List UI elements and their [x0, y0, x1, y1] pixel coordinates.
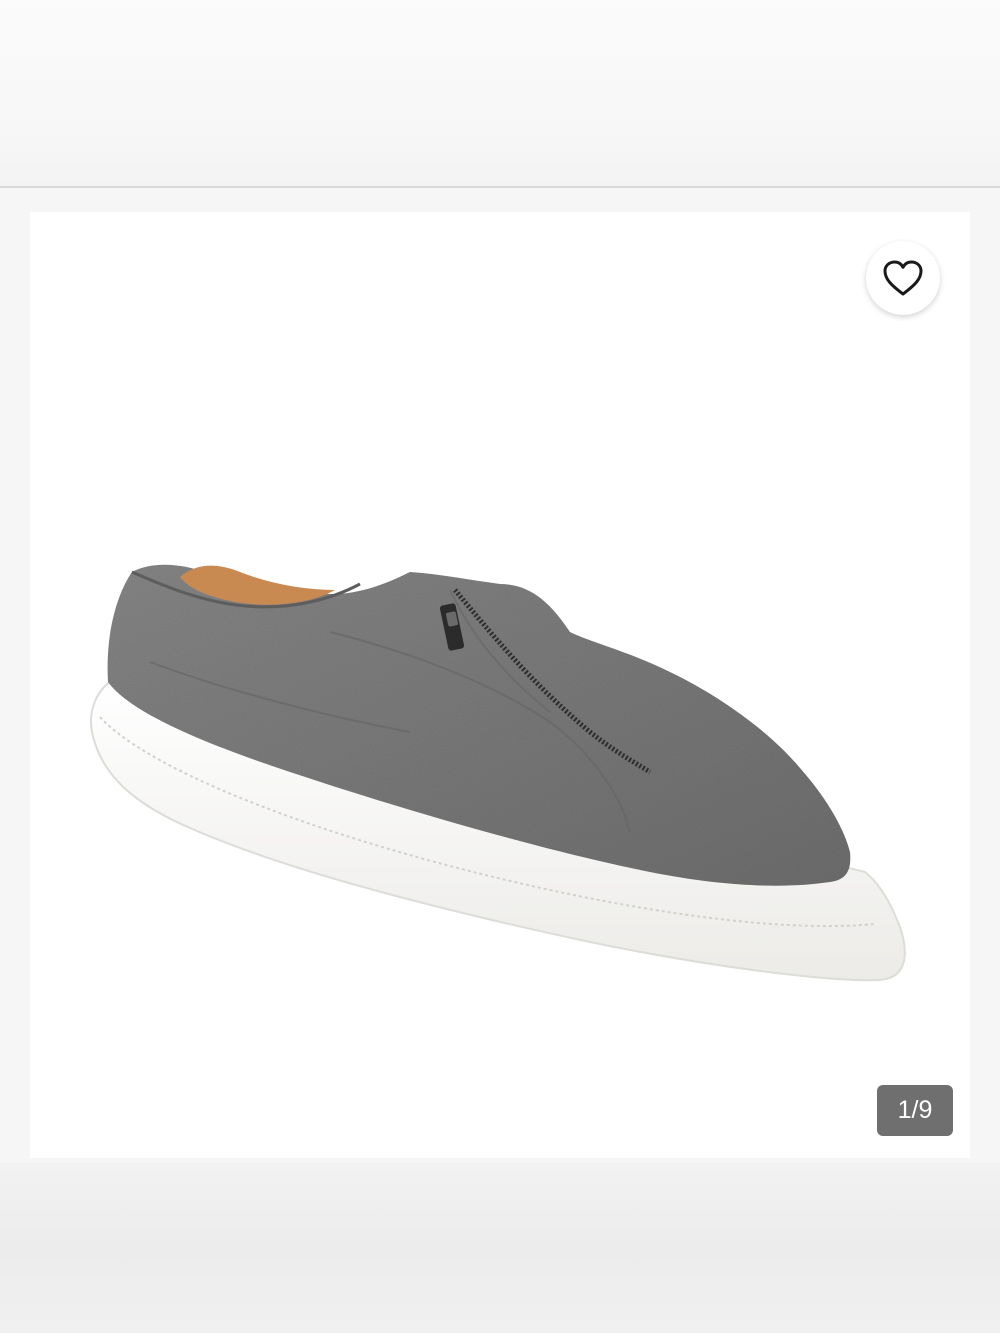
- image-gallery[interactable]: [0, 188, 1000, 1333]
- product-gallery-page: 1/9: [0, 0, 1000, 1333]
- image-counter-text: 1/9: [897, 1096, 933, 1124]
- product-image-frame[interactable]: [30, 212, 970, 1158]
- heart-outline-icon: [883, 260, 923, 296]
- product-image: [90, 564, 906, 982]
- gallery-bottom-area: [0, 1163, 1000, 1333]
- image-counter-badge: 1/9: [877, 1085, 953, 1136]
- header-area: [0, 0, 1000, 186]
- favorite-button[interactable]: [866, 241, 940, 315]
